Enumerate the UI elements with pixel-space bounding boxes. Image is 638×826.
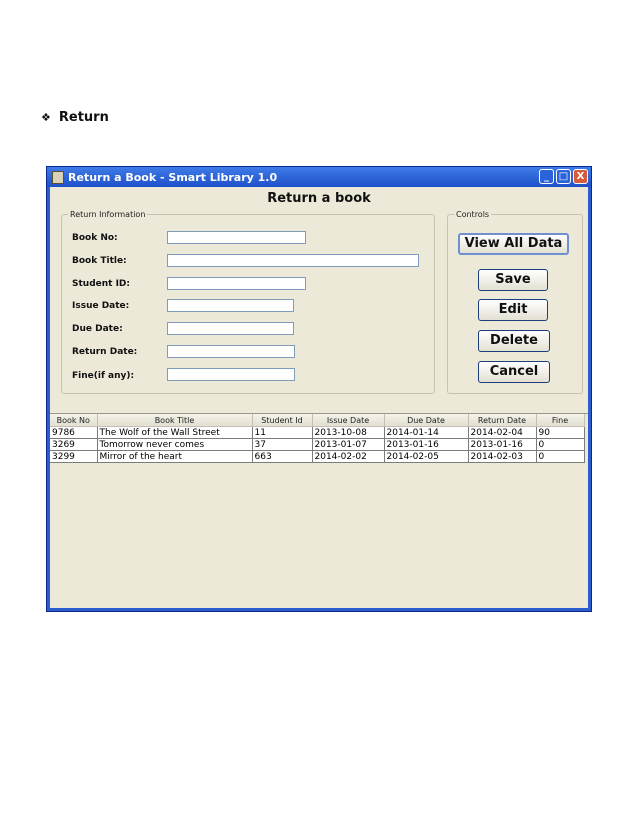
controls-legend: Controls xyxy=(456,210,490,219)
app-window: Return a Book - Smart Library 1.0 _ □ X … xyxy=(46,166,592,612)
book-no-label: Book No: xyxy=(72,233,118,243)
due-date-label: Due Date: xyxy=(72,324,123,334)
student-id-input[interactable] xyxy=(167,277,306,290)
column-header-fine[interactable]: Fine xyxy=(536,414,585,427)
return-information-legend: Return Information xyxy=(70,210,146,219)
save-button[interactable]: Save xyxy=(478,269,548,291)
view-all-data-button[interactable]: View All Data xyxy=(458,233,569,255)
book-title-input[interactable] xyxy=(167,254,419,267)
cell-book-title[interactable]: The Wolf of the Wall Street xyxy=(97,426,253,439)
cell-return-date[interactable]: 2014-02-03 xyxy=(468,450,537,463)
doc-heading: Return xyxy=(58,110,109,125)
cell-book-no[interactable]: 3299 xyxy=(50,450,98,463)
cell-fine[interactable]: 0 xyxy=(536,450,585,463)
table-header-row: Book No Book Title Student Id Issue Date… xyxy=(50,414,585,427)
cell-fine[interactable]: 0 xyxy=(536,438,585,451)
form-title: Return a book xyxy=(267,191,371,206)
issue-date-input[interactable] xyxy=(167,299,294,312)
delete-button[interactable]: Delete xyxy=(478,330,550,352)
column-header-student-id[interactable]: Student Id xyxy=(252,414,313,427)
column-header-book-title[interactable]: Book Title xyxy=(97,414,253,427)
cell-book-no[interactable]: 3269 xyxy=(50,438,98,451)
student-id-label: Student ID: xyxy=(72,279,130,289)
cell-issue-date[interactable]: 2013-10-08 xyxy=(312,426,385,439)
cell-book-title[interactable]: Tomorrow never comes xyxy=(97,438,253,451)
doc-bullet-heading: ❖ Return xyxy=(41,110,109,125)
cell-student-id[interactable]: 663 xyxy=(252,450,313,463)
records-table-area: Book No Book Title Student Id Issue Date… xyxy=(50,413,588,608)
fine-label: Fine(if any): xyxy=(72,371,135,381)
cancel-button[interactable]: Cancel xyxy=(478,361,550,383)
cell-book-no[interactable]: 9786 xyxy=(50,426,98,439)
cell-student-id[interactable]: 37 xyxy=(252,438,313,451)
title-bar[interactable]: Return a Book - Smart Library 1.0 _ □ X xyxy=(47,167,591,187)
column-header-issue-date[interactable]: Issue Date xyxy=(312,414,385,427)
table-row[interactable]: 3299 Mirror of the heart 663 2014-02-02 … xyxy=(50,450,585,463)
window-client-area: Return a book Return Information Control… xyxy=(50,187,588,608)
cell-issue-date[interactable]: 2014-02-02 xyxy=(312,450,385,463)
minimize-button[interactable]: _ xyxy=(539,169,554,184)
cell-student-id[interactable]: 11 xyxy=(252,426,313,439)
column-header-due-date[interactable]: Due Date xyxy=(384,414,469,427)
java-app-icon xyxy=(52,170,64,184)
cell-due-date[interactable]: 2014-02-05 xyxy=(384,450,469,463)
maximize-button[interactable]: □ xyxy=(556,169,571,184)
cell-return-date[interactable]: 2013-01-16 xyxy=(468,438,537,451)
diamond-bullet-icon: ❖ xyxy=(41,111,51,124)
cell-return-date[interactable]: 2014-02-04 xyxy=(468,426,537,439)
records-table: Book No Book Title Student Id Issue Date… xyxy=(50,414,585,463)
cell-due-date[interactable]: 2013-01-16 xyxy=(384,438,469,451)
window-title: Return a Book - Smart Library 1.0 xyxy=(68,170,278,184)
cell-due-date[interactable]: 2014-01-14 xyxy=(384,426,469,439)
cell-fine[interactable]: 90 xyxy=(536,426,585,439)
edit-button[interactable]: Edit xyxy=(478,299,548,321)
cell-issue-date[interactable]: 2013-01-07 xyxy=(312,438,385,451)
book-title-label: Book Title: xyxy=(72,256,127,266)
column-header-book-no[interactable]: Book No xyxy=(50,414,98,427)
due-date-input[interactable] xyxy=(167,322,294,335)
column-header-return-date[interactable]: Return Date xyxy=(468,414,537,427)
return-date-input[interactable] xyxy=(167,345,295,358)
close-button[interactable]: X xyxy=(573,169,588,184)
fine-input[interactable] xyxy=(167,368,295,381)
return-date-label: Return Date: xyxy=(72,347,138,357)
table-row[interactable]: 9786 The Wolf of the Wall Street 11 2013… xyxy=(50,426,585,439)
table-row[interactable]: 3269 Tomorrow never comes 37 2013-01-07 … xyxy=(50,438,585,451)
issue-date-label: Issue Date: xyxy=(72,301,130,311)
cell-book-title[interactable]: Mirror of the heart xyxy=(97,450,253,463)
book-no-input[interactable] xyxy=(167,231,306,244)
